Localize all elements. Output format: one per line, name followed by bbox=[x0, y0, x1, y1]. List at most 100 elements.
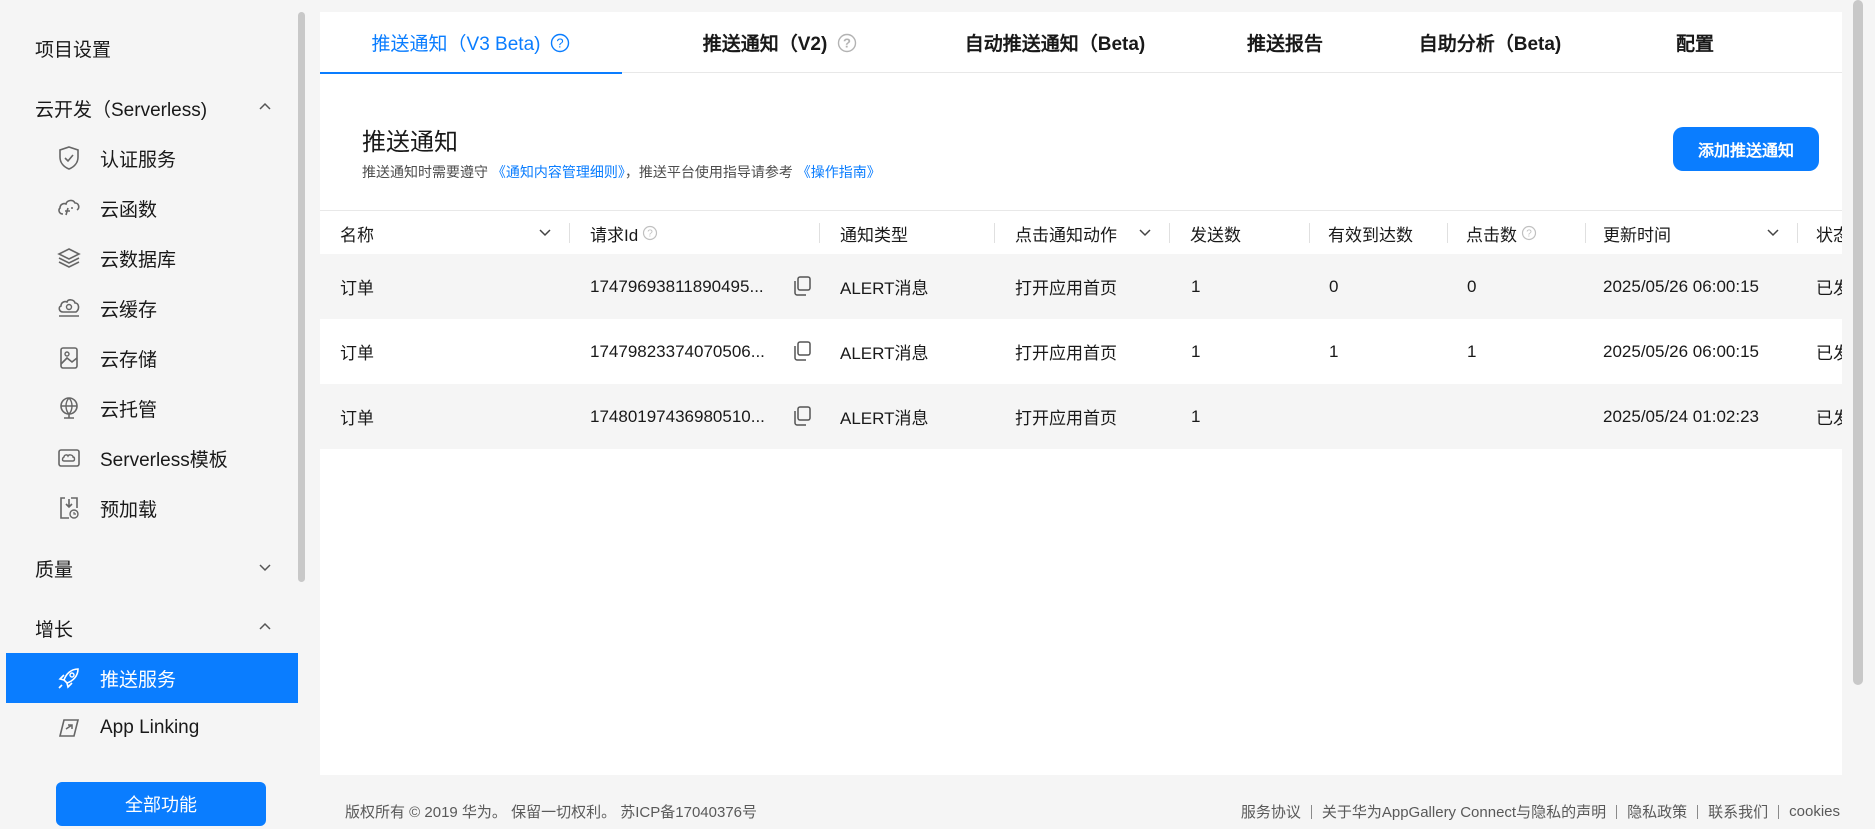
sidebar-item-cloud-hosting[interactable]: 云托管 bbox=[6, 383, 298, 433]
sidebar-item-cloud-cache[interactable]: 云缓存 bbox=[6, 283, 298, 333]
svg-text:?: ? bbox=[843, 35, 851, 50]
add-push-notification-button[interactable]: 添加推送通知 bbox=[1673, 127, 1819, 171]
template-icon bbox=[54, 443, 84, 473]
cell-clicks: 0 bbox=[1467, 276, 1477, 296]
cell-status: 已发 bbox=[1816, 279, 1842, 298]
help-icon[interactable]: ? bbox=[1521, 225, 1537, 241]
tab-push-v3[interactable]: 推送通知（V3 Beta) ? bbox=[320, 12, 622, 74]
chevron-down-icon bbox=[259, 564, 271, 572]
sidebar-group-label: 云开发（Serverless) bbox=[35, 99, 208, 121]
column-divider bbox=[1797, 223, 1798, 243]
footer-link-service-agreement[interactable]: 服务协议 bbox=[1241, 801, 1301, 822]
cell-updated: 2025/05/24 01:02:23 bbox=[1603, 406, 1759, 426]
sidebar-item-preload[interactable]: 预加载 bbox=[6, 483, 298, 533]
footer-link-privacy-policy[interactable]: 隐私政策 bbox=[1627, 801, 1687, 822]
cell-request-id: 17479823374070506... bbox=[590, 341, 765, 361]
sidebar-item-label: Serverless模板 bbox=[100, 449, 228, 471]
column-divider bbox=[994, 223, 995, 243]
preload-icon bbox=[54, 493, 84, 523]
cell-type: ALERT消息 bbox=[840, 409, 929, 428]
column-header-name[interactable]: 名称 bbox=[340, 211, 570, 255]
sidebar-group-label: 增长 bbox=[35, 619, 74, 641]
column-divider bbox=[569, 223, 570, 243]
sidebar-item-cloud-function[interactable]: 云函数 bbox=[6, 183, 298, 233]
column-label: 点击通知动作 bbox=[1015, 225, 1117, 245]
sort-chevron-icon[interactable] bbox=[1766, 225, 1780, 239]
sidebar-item-push-service[interactable]: 推送服务 bbox=[6, 653, 298, 703]
table-row[interactable]: 订单 17479823374070506... ALERT消息 打开应用首页 1… bbox=[320, 319, 1842, 384]
sidebar-item-label: App Linking bbox=[100, 717, 200, 738]
tab-label: 推送通知（V2) bbox=[702, 34, 828, 55]
cell-sent: 1 bbox=[1191, 276, 1201, 296]
tab-auto-push[interactable]: 自动推送通知（Beta) bbox=[930, 12, 1180, 73]
sidebar-scrollbar[interactable] bbox=[298, 12, 305, 582]
column-header-sent: 发送数 bbox=[1190, 211, 1310, 255]
page-title: 推送通知 bbox=[362, 129, 458, 156]
sidebar-group-serverless[interactable]: 云开发（Serverless) bbox=[6, 83, 298, 133]
column-header-updated[interactable]: 更新时间 bbox=[1603, 211, 1798, 255]
cell-type: ALERT消息 bbox=[840, 279, 929, 298]
cloud-function-icon bbox=[54, 193, 84, 223]
column-label: 更新时间 bbox=[1603, 225, 1671, 245]
sidebar-item-label: 认证服务 bbox=[100, 149, 177, 171]
help-icon[interactable]: ? bbox=[837, 33, 857, 53]
cell-name: 订单 bbox=[340, 279, 374, 298]
copy-icon[interactable] bbox=[792, 340, 812, 362]
sidebar-group-quality[interactable]: 质量 bbox=[6, 543, 298, 593]
cell-request-id: 17480197436980510... bbox=[590, 406, 765, 426]
cell-action: 打开应用首页 bbox=[1015, 279, 1117, 298]
sidebar-group-growth[interactable]: 增长 bbox=[6, 603, 298, 653]
sidebar-item-label: 预加载 bbox=[100, 499, 158, 521]
sidebar-item-project-settings[interactable]: 项目设置 bbox=[6, 23, 298, 73]
cell-name: 订单 bbox=[340, 409, 374, 428]
column-header-reached: 有效到达数 bbox=[1328, 211, 1448, 255]
sort-chevron-icon[interactable] bbox=[538, 225, 552, 239]
content-rules-link[interactable]: 《通知内容管理细则》 bbox=[492, 164, 625, 180]
cell-status: 已发 bbox=[1816, 344, 1842, 363]
tab-push-v2[interactable]: 推送通知（V2) ? bbox=[660, 12, 900, 73]
globe-icon bbox=[54, 393, 84, 423]
cell-reached: 1 bbox=[1329, 341, 1339, 361]
footer-link-contact-us[interactable]: 联系我们 bbox=[1708, 801, 1768, 822]
sidebar-item-cloud-db[interactable]: 云数据库 bbox=[6, 233, 298, 283]
column-header-action[interactable]: 点击通知动作 bbox=[1015, 211, 1170, 255]
main-scrollbar[interactable] bbox=[1853, 0, 1863, 685]
cell-name: 订单 bbox=[340, 344, 374, 363]
sidebar-item-label: 云托管 bbox=[100, 399, 158, 421]
table-row[interactable]: 订单 17480197436980510... ALERT消息 打开应用首页 1… bbox=[320, 384, 1842, 449]
tab-push-report[interactable]: 推送报告 bbox=[1220, 12, 1350, 73]
help-icon[interactable]: ? bbox=[550, 33, 570, 53]
all-features-button[interactable]: 全部功能 bbox=[56, 782, 266, 826]
column-label: 点击数 bbox=[1466, 225, 1517, 245]
copy-icon[interactable] bbox=[792, 405, 812, 427]
sidebar-item-auth[interactable]: 认证服务 bbox=[6, 133, 298, 183]
footer-divider bbox=[1778, 804, 1780, 819]
table-row[interactable]: 订单 17479693811890495... ALERT消息 打开应用首页 1… bbox=[320, 254, 1842, 319]
chevron-up-icon bbox=[259, 622, 271, 630]
rocket-icon bbox=[54, 663, 84, 693]
help-icon[interactable]: ? bbox=[642, 225, 658, 241]
table-header: 名称 请求Id ? 通知类型 点击通知动作 发送数 有效到达数 点击数 ? 更新… bbox=[320, 210, 1842, 254]
cell-request-id: 17479693811890495... bbox=[590, 276, 764, 296]
copy-icon[interactable] bbox=[792, 275, 812, 297]
main-panel: 推送通知（V3 Beta) ? 推送通知（V2) ? 自动推送通知（Beta) … bbox=[320, 12, 1842, 775]
operation-guide-link[interactable]: 《操作指南》 bbox=[797, 164, 881, 180]
sort-chevron-icon[interactable] bbox=[1138, 225, 1152, 239]
footer-divider bbox=[1310, 804, 1312, 819]
cell-reached: 0 bbox=[1329, 276, 1339, 296]
column-divider bbox=[1309, 223, 1310, 243]
tab-config[interactable]: 配置 bbox=[1640, 12, 1750, 73]
copyright-text: 版权所有 © 2019 华为。 保留一切权利。 苏ICP备17040376号 bbox=[345, 804, 758, 821]
footer-link-cookies[interactable]: cookies bbox=[1789, 803, 1840, 820]
column-label: 发送数 bbox=[1190, 225, 1241, 245]
tab-label: 推送报告 bbox=[1246, 34, 1323, 55]
cell-action: 打开应用首页 bbox=[1015, 344, 1117, 363]
sidebar-item-cloud-storage[interactable]: 云存储 bbox=[6, 333, 298, 383]
tab-self-analysis[interactable]: 自助分析（Beta) bbox=[1380, 12, 1600, 73]
footer-link-privacy-statement[interactable]: 关于华为AppGallery Connect与隐私的声明 bbox=[1322, 801, 1606, 822]
sidebar-item-app-linking[interactable]: App Linking bbox=[6, 703, 298, 753]
tab-label: 自助分析（Beta) bbox=[1418, 34, 1562, 55]
footer-links: 服务协议 关于华为AppGallery Connect与隐私的声明 隐私政策 联… bbox=[1241, 801, 1840, 822]
sidebar-item-serverless-template[interactable]: Serverless模板 bbox=[6, 433, 298, 483]
column-label: 通知类型 bbox=[840, 225, 908, 245]
